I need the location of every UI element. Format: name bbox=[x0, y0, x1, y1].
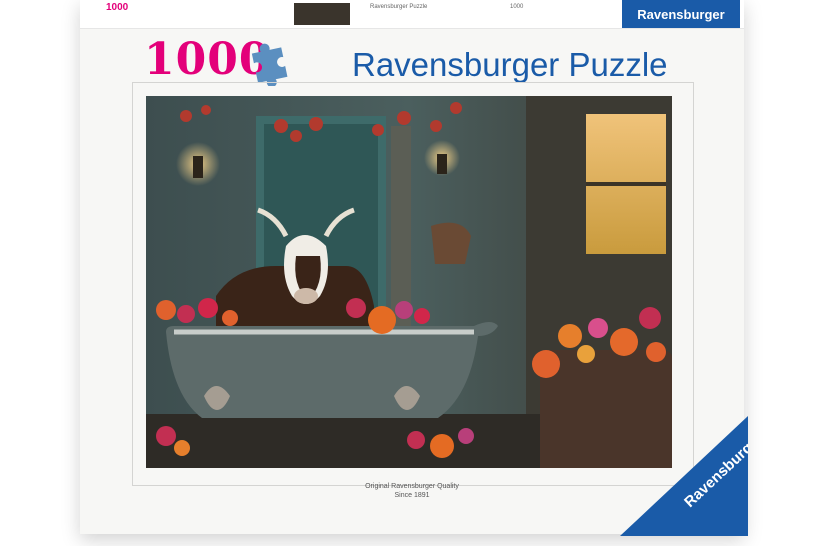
thumbnail-image bbox=[294, 3, 350, 25]
ravensburger-corner-logo: Ravensburger bbox=[620, 416, 748, 536]
puzzle-piece-icon bbox=[251, 43, 288, 86]
strip-small-text: Ravensburger Puzzle bbox=[370, 4, 428, 10]
box-title: Ravensburger Puzzle bbox=[352, 46, 668, 83]
brand-tab: Ravensburger bbox=[622, 0, 740, 28]
puzzle-box: 1000 Ravensburger Puzzle 1000 Ravensburg… bbox=[80, 0, 748, 536]
artwork-image bbox=[146, 96, 672, 468]
box-top-strip: 1000 Ravensburger Puzzle 1000 Ravensburg… bbox=[80, 0, 744, 29]
strip-small-text-2: 1000 bbox=[510, 4, 524, 10]
side-piece-count: 1000 bbox=[106, 2, 129, 13]
